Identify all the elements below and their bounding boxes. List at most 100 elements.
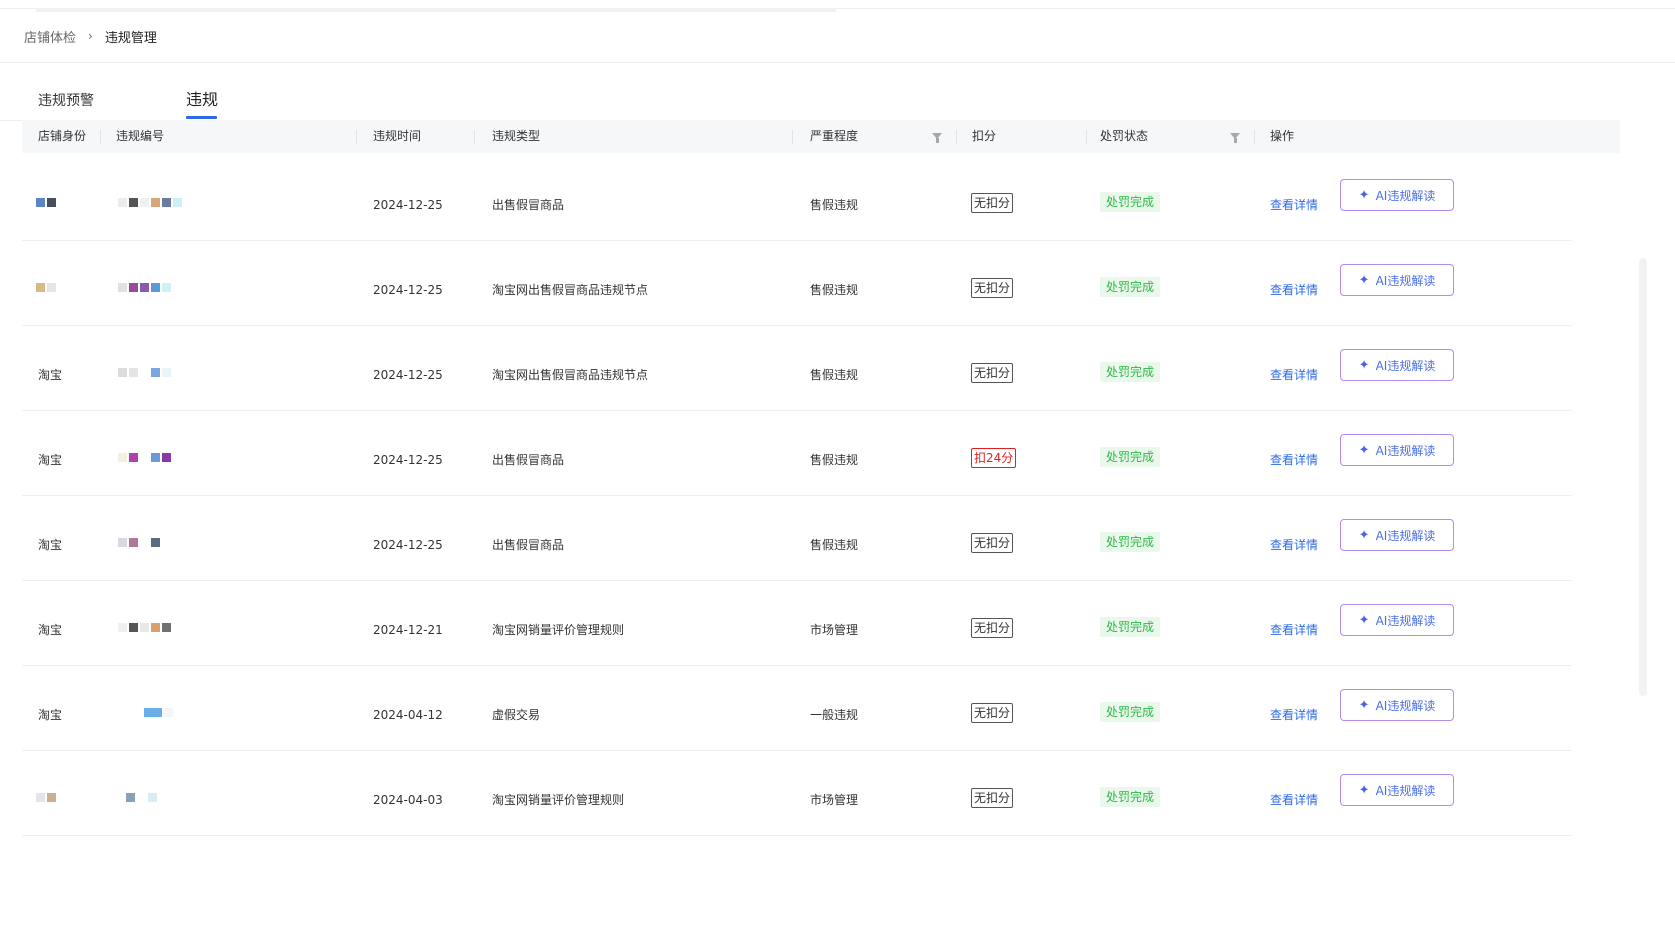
redacted-violation-id [118, 532, 160, 552]
column-header-actions: 操作 [1270, 129, 1295, 143]
violation-time: 2024-12-25 [373, 538, 443, 552]
violation-time: 2024-12-25 [373, 453, 443, 467]
redacted-shop-identity [36, 192, 56, 212]
severity: 售假违规 [810, 368, 859, 382]
redacted-violation-id [118, 617, 171, 637]
tab-violation-warning[interactable]: 违规预警 [38, 90, 94, 110]
table-row: 淘宝 2024-12-25 出售假冒商品 售假违规 无扣分 处罚完成 查看详情 … [22, 495, 1572, 581]
ai-interpretation-button[interactable]: ✦ AI违规解读 [1340, 264, 1454, 296]
header-divider [0, 62, 1675, 63]
severity: 市场管理 [810, 623, 859, 637]
status-badge: 处罚完成 [1100, 532, 1161, 552]
status-badge: 处罚完成 [1100, 787, 1161, 807]
ai-interpretation-button[interactable]: ✦ AI违规解读 [1340, 774, 1454, 806]
column-header-shop-identity: 店铺身份 [38, 129, 87, 143]
ai-interpretation-label: AI违规解读 [1375, 188, 1436, 203]
filter-icon[interactable] [1230, 133, 1240, 143]
sparkle-icon: ✦ [1358, 187, 1370, 203]
viewport-cutoff [0, 858, 1675, 931]
sparkle-icon: ✦ [1358, 527, 1370, 543]
table-row: 淘宝 2024-12-25 出售假冒商品 售假违规 扣24分 处罚完成 查看详情… [22, 410, 1572, 496]
redacted-violation-id [126, 787, 157, 807]
shop-identity: 淘宝 [38, 538, 63, 552]
violation-type: 淘宝网出售假冒商品违规节点 [492, 368, 649, 382]
severity: 售假违规 [810, 538, 859, 552]
ai-interpretation-button[interactable]: ✦ AI违规解读 [1340, 604, 1454, 636]
active-tab-indicator [186, 116, 217, 119]
column-separator [474, 130, 475, 144]
filter-icon[interactable] [932, 133, 942, 143]
sparkle-icon: ✦ [1358, 612, 1370, 628]
view-details-link[interactable]: 查看详情 [1270, 621, 1318, 638]
column-separator [356, 130, 357, 144]
sparkle-icon: ✦ [1358, 272, 1370, 288]
ai-interpretation-label: AI违规解读 [1375, 698, 1436, 713]
vertical-scrollbar[interactable] [1639, 258, 1647, 696]
top-scroll-track [36, 8, 836, 12]
severity: 售假违规 [810, 198, 859, 212]
ai-interpretation-button[interactable]: ✦ AI违规解读 [1340, 519, 1454, 551]
penalty-points-badge: 无扣分 [971, 278, 1014, 298]
severity: 一般违规 [810, 708, 859, 722]
ai-interpretation-label: AI违规解读 [1375, 358, 1436, 373]
violation-time: 2024-12-21 [373, 623, 443, 637]
breadcrumb: 店铺体检 › 违规管理 [24, 26, 157, 46]
view-details-link[interactable]: 查看详情 [1270, 706, 1318, 723]
column-header-penalty-points: 扣分 [972, 129, 997, 143]
ai-interpretation-button[interactable]: ✦ AI违规解读 [1340, 689, 1454, 721]
status-badge: 处罚完成 [1100, 277, 1161, 297]
violation-type: 出售假冒商品 [492, 198, 565, 212]
table-row: 2024-12-25 淘宝网出售假冒商品违规节点 售假违规 无扣分 处罚完成 查… [22, 240, 1572, 326]
shop-identity: 淘宝 [38, 623, 63, 637]
shop-identity: 淘宝 [38, 368, 63, 382]
view-details-link[interactable]: 查看详情 [1270, 791, 1318, 808]
chevron-right-icon: › [88, 29, 93, 43]
table-row: 淘宝 2024-12-21 淘宝网销量评价管理规则 市场管理 无扣分 处罚完成 … [22, 580, 1572, 666]
penalty-points-badge: 无扣分 [971, 703, 1014, 723]
view-details-link[interactable]: 查看详情 [1270, 196, 1318, 213]
violation-type: 淘宝网销量评价管理规则 [492, 623, 625, 637]
violation-time: 2024-12-25 [373, 198, 443, 212]
severity: 售假违规 [810, 283, 859, 297]
penalty-points-badge: 无扣分 [971, 788, 1014, 808]
shop-identity: 淘宝 [38, 453, 63, 467]
top-divider [0, 8, 1675, 12]
column-separator [956, 130, 957, 144]
view-details-link[interactable]: 查看详情 [1270, 281, 1318, 298]
column-header-penalty-status: 处罚状态 [1100, 129, 1149, 143]
breadcrumb-item-shop-checkup[interactable]: 店铺体检 [24, 27, 76, 46]
penalty-points-badge: 无扣分 [971, 533, 1014, 553]
view-details-link[interactable]: 查看详情 [1270, 536, 1318, 553]
table-row: 2024-04-03 淘宝网销量评价管理规则 市场管理 无扣分 处罚完成 查看详… [22, 750, 1572, 836]
redacted-violation-id [118, 192, 182, 212]
sparkle-icon: ✦ [1358, 357, 1370, 373]
column-header-violation-id: 违规编号 [116, 129, 165, 143]
redacted-violation-id [118, 447, 171, 467]
column-separator [1086, 130, 1087, 144]
tab-bar: 违规预警 违规 [0, 82, 1620, 121]
penalty-points-badge: 扣24分 [971, 448, 1017, 468]
column-separator [100, 130, 101, 144]
view-details-link[interactable]: 查看详情 [1270, 366, 1318, 383]
ai-interpretation-button[interactable]: ✦ AI违规解读 [1340, 179, 1454, 211]
ai-interpretation-button[interactable]: ✦ AI违规解读 [1340, 349, 1454, 381]
ai-interpretation-label: AI违规解读 [1375, 443, 1436, 458]
ai-interpretation-label: AI违规解读 [1375, 783, 1436, 798]
status-badge: 处罚完成 [1100, 702, 1161, 722]
redacted-violation-id [118, 362, 171, 382]
violation-type: 淘宝网销量评价管理规则 [492, 793, 625, 807]
tab-violation[interactable]: 违规 [186, 86, 218, 110]
column-header-severity: 严重程度 [810, 129, 859, 143]
violation-type: 出售假冒商品 [492, 453, 565, 467]
ai-interpretation-label: AI违规解读 [1375, 273, 1436, 288]
severity: 售假违规 [810, 453, 859, 467]
ai-interpretation-button[interactable]: ✦ AI违规解读 [1340, 434, 1454, 466]
sparkle-icon: ✦ [1358, 782, 1370, 798]
table-header: 店铺身份 违规编号 违规时间 违规类型 严重程度 扣分 处罚状态 操作 [22, 120, 1620, 153]
sparkle-icon: ✦ [1358, 697, 1370, 713]
shop-identity: 淘宝 [38, 708, 63, 722]
severity: 市场管理 [810, 793, 859, 807]
redacted-shop-identity [36, 787, 56, 807]
view-details-link[interactable]: 查看详情 [1270, 451, 1318, 468]
status-badge: 处罚完成 [1100, 362, 1161, 382]
